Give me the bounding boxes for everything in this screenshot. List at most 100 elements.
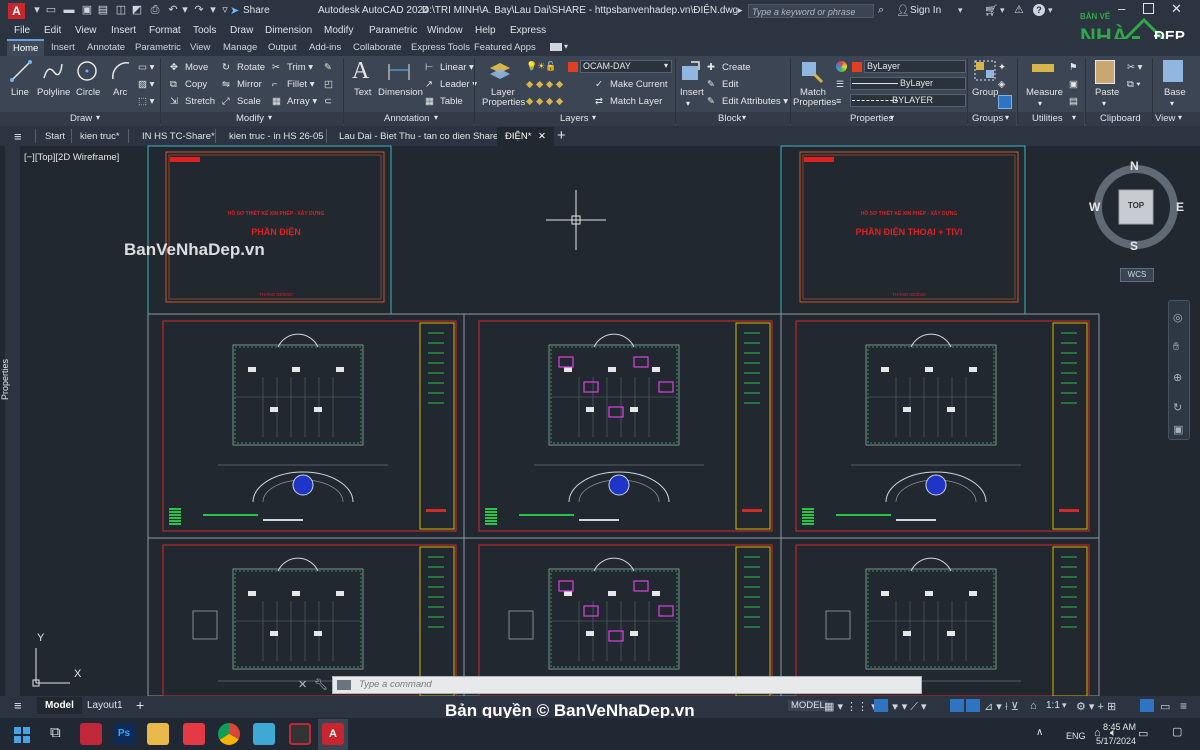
legend-line [485,508,497,510]
command-close-icon[interactable]: ✕ [298,678,307,691]
chrome-icon[interactable] [218,723,240,745]
notification-badge-icon[interactable]: ▢ [1172,725,1182,738]
room-label-block [314,407,322,412]
layout-tab-menu-icon[interactable]: ≡ [14,698,22,713]
status-toggles-4[interactable]: ⚙ ▾ + ⊞ [1076,700,1116,713]
room-label-block [969,591,977,596]
wiring-outline [234,570,362,668]
tray-overflow-icon[interactable]: ∧ [1036,727,1043,738]
isolate-icon[interactable] [1140,699,1154,712]
drawing-caption-line [896,519,936,521]
status-toggles-2[interactable]: ◔ ▾ ⟋ ▾ [892,700,927,714]
ortho-icon[interactable] [874,699,888,712]
pan-icon[interactable]: ✋︎ [1173,341,1179,354]
fullscreen-icon[interactable]: ▭ [1160,700,1170,713]
fixture-symbol [633,356,649,368]
drawing-sheets[interactable] [0,0,1200,696]
customization-icon[interactable]: ≡ [1180,699,1187,713]
annotation-scale-icon[interactable]: ⌂ [1030,700,1037,712]
language-indicator[interactable]: ENG [1066,731,1086,741]
windows-taskbar [0,718,1200,750]
room-label-block [608,591,616,596]
photoshop-icon[interactable]: Ps [113,723,135,745]
title-block [1052,322,1088,530]
snap-tracking-icon[interactable] [966,699,980,712]
command-customize-icon[interactable]: 🔧︎ [314,678,328,691]
drawing-caption-line [263,519,303,521]
legend-line [802,511,814,513]
legend-line [485,517,497,519]
object-snap-icon[interactable] [950,699,964,712]
plan-outline [865,344,997,446]
taskbar-app-recorder-icon[interactable] [80,723,102,745]
legend-line [802,520,814,522]
fountain-circle [925,474,947,496]
viewcube-west[interactable]: W [1089,200,1100,214]
viewcube-north[interactable]: N [1130,159,1139,173]
title-block-stamp [426,509,446,512]
plan-sheet-border [795,544,1090,696]
plan-sheet-border [795,320,1090,532]
steering-wheel-icon[interactable]: ◎ [1173,311,1183,324]
cover-1-date: THÁNG 03/2020 [259,292,293,297]
title-block-stamp [1059,509,1079,512]
room-label-block [336,367,344,372]
legend-line [169,520,181,522]
layout1-tab[interactable]: Layout1 [87,700,123,711]
title-block [1052,546,1088,696]
legend-line [169,508,181,510]
autocad-taskbar-icon[interactable]: A [322,723,344,745]
plan-outline [232,568,364,670]
wcs-menu[interactable]: WCS [1120,268,1154,282]
windows-start-icon[interactable] [14,727,30,743]
legend-line [802,514,814,516]
viewcube-top-face[interactable]: TOP [1119,201,1153,210]
taskbar-app-red-icon[interactable] [183,723,205,745]
side-porch [825,610,851,640]
annotation-scale-dropdown-icon[interactable]: ▾ [1062,700,1067,711]
notification-icon[interactable]: ▭ [1138,727,1148,740]
command-prompt-icon[interactable] [337,680,351,690]
clock-time[interactable]: 8:45 AM [1096,722,1136,732]
plan-sheet-border [162,320,457,532]
side-porch [508,610,534,640]
task-view-icon[interactable]: ⧉ [50,724,61,741]
model-space-button[interactable]: MODEL [788,700,828,711]
title-block [735,322,771,530]
room-label-block [925,367,933,372]
zoom-extents-icon[interactable]: ⊕ [1173,371,1182,384]
showmotion-icon[interactable]: ▣ [1173,423,1183,436]
viewcube-south[interactable]: S [1130,239,1138,253]
wiring-outline [550,570,678,668]
legend-text-line [519,514,574,516]
command-input[interactable]: Type a command [332,676,922,694]
fixture-symbol [583,605,599,617]
viewcube-east[interactable]: E [1176,200,1184,214]
taskbar-app-dark-icon[interactable] [289,723,311,745]
fixture-symbol [633,580,649,592]
legend-line [485,523,497,525]
room-label-block [564,367,572,372]
plan-outline [548,568,680,670]
plan-outline [548,344,680,446]
status-toggles-3[interactable]: ⊿ ▾ ⟊ ⊻ [984,700,1019,714]
room-label-block [903,407,911,412]
cover-1-title: PHẦN ĐIỆN [251,227,301,237]
room-label-block [336,591,344,596]
room-label-block [586,631,594,636]
room-label-block [881,591,889,596]
orbit-icon[interactable]: ↻ [1173,401,1182,414]
room-label-block [630,407,638,412]
annotation-scale[interactable]: 1:1 [1046,700,1060,711]
room-label-block [652,591,660,596]
new-layout-plus-icon[interactable]: + [136,697,144,713]
legend-line [169,517,181,519]
room-label-block [969,367,977,372]
clock-date[interactable]: 5/17/2024 [1086,736,1136,746]
plan-sheet-border [162,544,457,696]
file-explorer-icon[interactable] [147,723,169,745]
taskbar-app-blue-icon[interactable] [253,723,275,745]
ucs-icon [32,648,70,687]
fixture-symbol [558,356,574,368]
model-tab[interactable]: Model [37,697,82,714]
